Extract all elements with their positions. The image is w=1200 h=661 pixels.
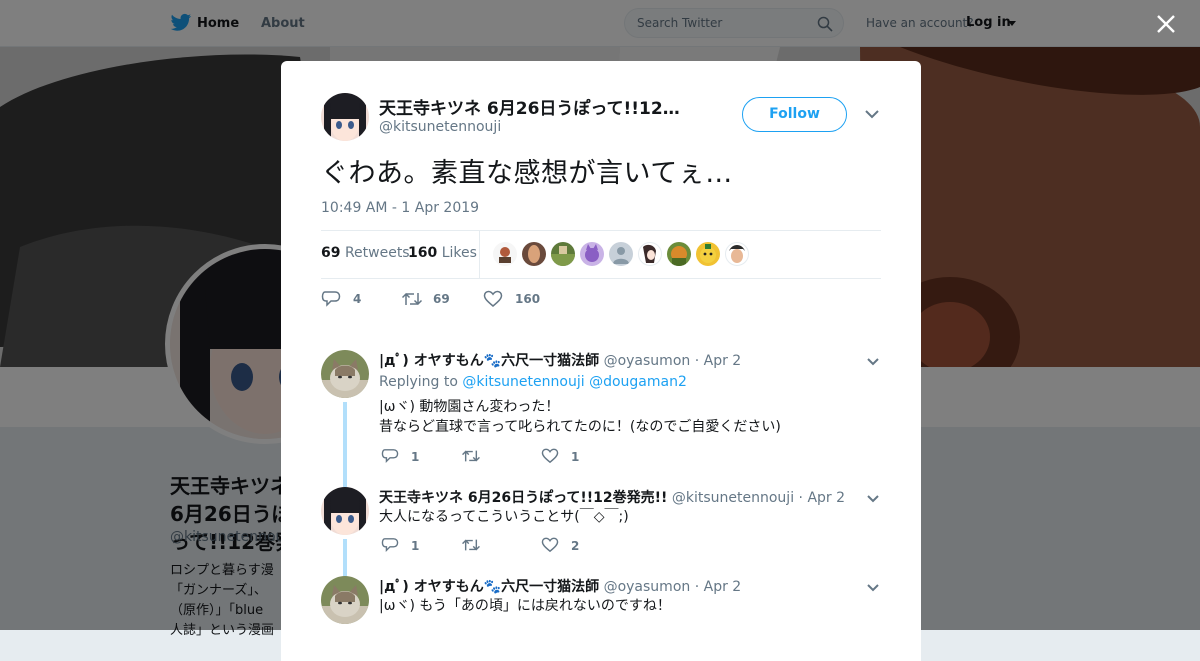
retweets-label: Retweets [344, 245, 410, 261]
reply-count: 1 [411, 539, 420, 553]
liker-avatar[interactable] [725, 242, 749, 266]
chevron-down-icon[interactable] [867, 583, 879, 592]
reply-header: |дﾟ) オヤすもん🐾六尺一寸猫法師 @oyasumon · Apr 2 [379, 350, 741, 370]
liker-avatar-illustration [643, 244, 656, 263]
liker-avatar[interactable] [638, 242, 662, 266]
reply-avatar[interactable] [321, 350, 369, 398]
retweets-stat[interactable]: 69 Retweets [321, 245, 410, 261]
liker-avatar-illustration [700, 244, 716, 263]
reply-header: |дﾟ) オヤすもん🐾六尺一寸猫法師 @oyasumon · Apr 2 [379, 576, 741, 596]
likes-count: 160 [408, 245, 438, 261]
retweet-action[interactable] [461, 447, 511, 467]
liker-avatar[interactable] [551, 242, 575, 266]
tweet-stats: 69 Retweets 160 Likes [321, 230, 881, 279]
retweet-count: 69 [433, 292, 450, 306]
retweets-count: 69 [321, 245, 341, 261]
chevron-down-icon[interactable] [867, 357, 879, 366]
liker-avatar-illustration [499, 247, 511, 263]
reply-author-handle[interactable]: @kitsunetennouji [672, 490, 794, 506]
retweet-action[interactable]: 69 [401, 289, 461, 309]
author-avatar-illustration [321, 487, 369, 535]
retweet-icon [462, 539, 480, 551]
thread-line [343, 402, 347, 480]
retweet-icon [462, 450, 480, 462]
heart-icon [541, 537, 559, 553]
reply-tweet[interactable]: |дﾟ) オヤすもん🐾六尺一寸猫法師 @oyasumon · Apr 2 Rep… [321, 350, 881, 480]
liker-avatar-illustration [528, 245, 540, 263]
follow-button[interactable]: Follow [742, 97, 847, 132]
close-icon[interactable] [1156, 14, 1176, 34]
reply-author-handle[interactable]: @oyasumon [604, 579, 691, 595]
liker-avatar-illustration [551, 246, 575, 266]
reply-author-name[interactable]: 天王寺キツネ 6月26日うぽって!!12巻発売!! [379, 490, 667, 506]
liker-avatar-illustration [585, 244, 599, 262]
tweet-actions: 4 69 160 [321, 289, 621, 309]
reply-tweet[interactable]: |дﾟ) オヤすもん🐾六尺一寸猫法師 @oyasumon · Apr 2 |ωヾ… [321, 576, 881, 661]
reply-author-name[interactable]: |дﾟ) オヤすもん🐾六尺一寸猫法師 [379, 353, 599, 369]
thread-line [343, 539, 347, 577]
liker-avatar[interactable] [609, 242, 633, 266]
tweet-timestamp[interactable]: 10:49 AM - 1 Apr 2019 [321, 200, 479, 216]
reply-text: |ωヾ) 動物園さん変わった！ 昔ならど直球で言って叱られてたのに！(なのでご自… [379, 399, 781, 435]
reply-count: 1 [411, 450, 420, 464]
reply-date[interactable]: · Apr 2 [695, 579, 741, 595]
liker-avatar-illustration [671, 246, 687, 266]
cat-avatar-illustration [321, 576, 369, 624]
reply-actions: 1 2 [381, 536, 641, 556]
stats-divider [479, 231, 480, 278]
reply-action[interactable]: 1 [381, 536, 431, 556]
liker-avatar[interactable] [580, 242, 604, 266]
author-name[interactable]: 天王寺キツネ 6月26日うぽって!!12… [379, 94, 680, 119]
retweet-icon [401, 292, 423, 306]
reply-avatar[interactable] [321, 576, 369, 624]
reply-actions: 1 1 [381, 447, 641, 467]
replying-to-link[interactable]: @dougaman2 [589, 374, 687, 390]
reply-author-name[interactable]: |дﾟ) オヤすもん🐾六尺一寸猫法師 [379, 579, 599, 595]
author-handle[interactable]: @kitsunetennouji [379, 119, 501, 135]
chevron-down-icon[interactable] [865, 109, 879, 119]
reply-text: 大人になるってこういうことサ(￣◇￣;) [379, 509, 629, 525]
like-count: 2 [571, 539, 580, 553]
author-avatar-illustration [321, 93, 369, 141]
reply-date[interactable]: · Apr 2 [799, 490, 845, 506]
like-count: 160 [515, 292, 541, 306]
cat-avatar-illustration [321, 350, 369, 398]
reply-icon [381, 538, 399, 553]
heart-icon [483, 290, 503, 307]
reply-text: |ωヾ) もう「あの頃」には戻れないのですね！ [379, 598, 671, 614]
liker-avatar[interactable] [696, 242, 720, 266]
liker-avatar[interactable] [667, 242, 691, 266]
liker-avatar[interactable] [522, 242, 546, 266]
like-action[interactable]: 1 [541, 447, 591, 467]
liker-avatar-illustration [613, 247, 629, 264]
chevron-down-icon[interactable] [867, 494, 879, 503]
likes-label: Likes [441, 245, 477, 261]
reply-count: 4 [353, 292, 362, 306]
reply-action[interactable]: 4 [321, 289, 371, 309]
reply-tweet[interactable]: 天王寺キツネ 6月26日うぽって!!12巻発売!! @kitsunetennou… [321, 479, 881, 577]
thread-line [343, 479, 347, 487]
likes-stat[interactable]: 160 Likes [408, 245, 477, 261]
reply-date[interactable]: · Apr 2 [695, 353, 741, 369]
tweet-modal: 天王寺キツネ 6月26日うぽって!!12… @kitsunetennouji F… [281, 61, 921, 661]
reply-avatar[interactable] [321, 487, 369, 535]
reply-action[interactable]: 1 [381, 447, 431, 467]
reply-author-handle[interactable]: @oyasumon [604, 353, 691, 369]
replying-to-link[interactable]: @kitsunetennouji [462, 374, 584, 390]
reply-icon [381, 449, 399, 464]
tweet-text: ぐわあ。素直な感想が言いてぇ… [321, 158, 733, 189]
reply-icon [321, 291, 341, 307]
heart-icon [541, 448, 559, 464]
like-action[interactable]: 2 [541, 536, 591, 556]
reply-header: 天王寺キツネ 6月26日うぽって!!12巻発売!! @kitsunetennou… [379, 487, 845, 507]
author-avatar[interactable] [321, 93, 369, 141]
like-count: 1 [571, 450, 580, 464]
liker-avatar-illustration [729, 245, 745, 263]
like-action[interactable]: 160 [483, 289, 553, 309]
replying-to: Replying to @kitsunetennouji @dougaman2 [379, 374, 687, 390]
retweet-action[interactable] [461, 536, 511, 556]
replying-to-label: Replying to [379, 374, 458, 390]
liker-avatar[interactable] [493, 242, 517, 266]
